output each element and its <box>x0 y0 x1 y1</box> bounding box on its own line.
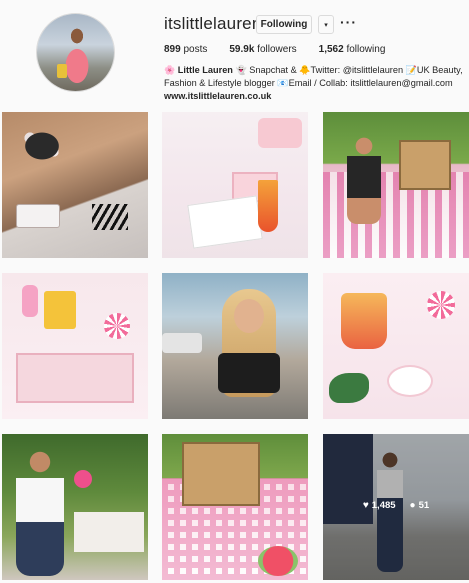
profile-stats: 899 posts 59.9k followers 1,562 followin… <box>164 44 407 55</box>
chevron-down-icon[interactable]: ▾ <box>318 15 334 34</box>
ghost-icon: 👻 <box>235 65 247 75</box>
posts-stat: 899 posts <box>164 44 208 55</box>
post-tile[interactable] <box>323 112 469 258</box>
comment-icon: ● <box>409 500 416 511</box>
avatar-image <box>37 14 114 91</box>
post-tile[interactable] <box>162 434 308 580</box>
followers-stat[interactable]: 59.9k followers <box>229 44 296 55</box>
profile-display-name: Little Lauren <box>177 65 233 75</box>
post-tile[interactable] <box>323 273 469 419</box>
bio-snapchat-text: Snapchat & <box>246 65 300 75</box>
more-options-icon[interactable]: ··· <box>340 14 357 30</box>
following-button[interactable]: Following <box>256 15 312 34</box>
bio-website-link[interactable]: www.itslittlelauren.co.uk <box>164 91 271 101</box>
avatar-detail <box>57 64 67 78</box>
bio-email: Email / Collab: itslittlelauren@gmail.co… <box>288 78 453 88</box>
bio-twitter-text: Twitter: @itslittlelauren <box>310 65 406 75</box>
profile-username: itslittlelauren <box>164 14 262 33</box>
profile-avatar[interactable] <box>36 13 115 92</box>
post-tile[interactable] <box>162 273 308 419</box>
post-tile-hovered[interactable]: ♥ 1,485 ● 51 <box>323 434 469 580</box>
flower-icon: 🌸 <box>164 65 176 75</box>
following-stat[interactable]: 1,562 following <box>319 44 386 55</box>
post-tile[interactable] <box>2 112 148 258</box>
envelope-icon: 📧 <box>277 78 289 88</box>
memo-icon: 📝 <box>405 65 417 75</box>
likes-count: 1,485 <box>371 500 396 511</box>
post-engagement-stats: ♥ 1,485 ● 51 <box>323 500 469 511</box>
comments-count: 51 <box>418 500 430 511</box>
post-tile[interactable] <box>162 112 308 258</box>
chick-icon: 🐥 <box>299 65 311 75</box>
profile-bio: 🌸 Little Lauren 👻 Snapchat & 🐥Twitter: @… <box>164 64 464 103</box>
heart-icon: ♥ <box>362 500 369 511</box>
post-tile[interactable] <box>2 273 148 419</box>
post-tile[interactable] <box>2 434 148 580</box>
